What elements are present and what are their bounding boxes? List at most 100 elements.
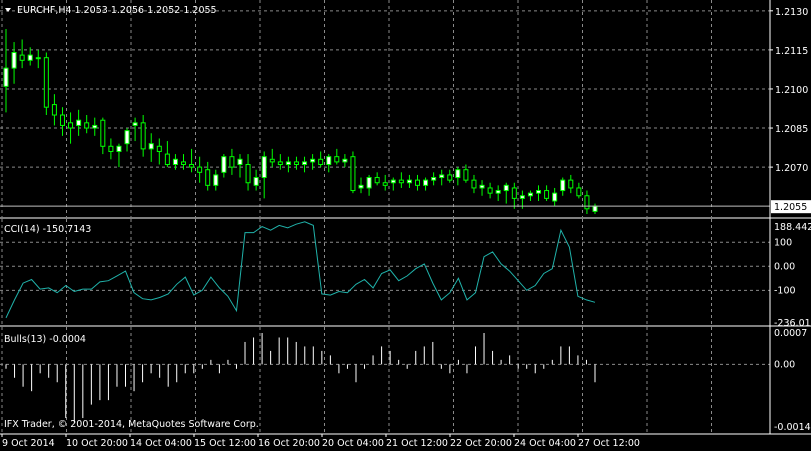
- candle-body: [318, 158, 324, 166]
- price-tick-label: 1.2115: [775, 46, 808, 57]
- cci-tick-label: 100: [774, 237, 792, 248]
- candle-body: [326, 156, 332, 166]
- candle-body: [455, 169, 461, 179]
- cci-tick-label: 0.00: [774, 261, 795, 272]
- candle-body: [463, 169, 469, 181]
- candle-body: [148, 143, 154, 150]
- candle-body: [536, 190, 542, 194]
- time-tick-label: 16 Oct 20:00: [258, 438, 320, 449]
- price-tick-label: 1.2070: [775, 163, 808, 174]
- candle-body: [406, 179, 412, 184]
- price-tick-label: 1.2085: [775, 124, 808, 135]
- time-tick-label: 22 Oct 20:00: [450, 438, 512, 449]
- candle-body: [213, 174, 219, 186]
- trading-terminal-chart[interactable]: 1.2130 1.2115 1.2100 1.2085 1.2070 188.4428 10…: [0, 0, 811, 451]
- current-price-label: 1.2055: [774, 202, 807, 213]
- candle-body: [164, 153, 170, 166]
- bulls-tick-label: 0.0007: [774, 328, 807, 339]
- candle[interactable]: [43, 52, 49, 116]
- candle-body: [479, 184, 485, 189]
- cci-tick-label: -100: [774, 285, 796, 296]
- candle-body: [51, 104, 57, 116]
- candle-body: [68, 122, 74, 129]
- candle-body: [43, 57, 49, 108]
- candle-body: [27, 54, 33, 61]
- candle-body: [92, 124, 98, 129]
- candle-body: [487, 187, 493, 194]
- time-tick-label: 27 Oct 12:00: [578, 438, 640, 449]
- candle-body: [277, 161, 283, 166]
- candle-body: [205, 169, 211, 186]
- cci-tick-label: 188.4428: [774, 222, 811, 233]
- candle-body: [261, 156, 267, 179]
- candle-body: [519, 195, 525, 199]
- candle-body: [568, 179, 574, 189]
- candle-body: [269, 158, 275, 163]
- price-tick-label: 1.2130: [775, 7, 808, 18]
- candle-body: [197, 166, 203, 173]
- bulls-tick-label: -0.0014: [774, 422, 811, 433]
- candle-body: [560, 179, 566, 192]
- bulls-tick-label: 0.00: [774, 359, 795, 370]
- candle-body: [293, 161, 299, 166]
- copyright: IFX Trader, © 2001-2014, MetaQuotes Soft…: [4, 419, 259, 430]
- candle-body: [423, 179, 429, 186]
- time-tick-label: 24 Oct 04:00: [514, 438, 576, 449]
- candle-body: [156, 145, 162, 152]
- candle-body: [358, 184, 364, 189]
- candle-body: [172, 158, 178, 166]
- candle-body: [382, 182, 388, 186]
- bulls-title: Bulls(13) -0.0004: [4, 334, 86, 345]
- candle-body: [3, 67, 9, 87]
- candle-body: [503, 184, 509, 192]
- candle-body: [108, 145, 114, 152]
- candle-body: [398, 179, 404, 184]
- background: [0, 0, 811, 451]
- candle-body: [245, 164, 251, 184]
- candle-body: [544, 190, 550, 199]
- candle-body: [84, 122, 90, 129]
- candle-body: [390, 179, 396, 184]
- candle-body: [439, 174, 445, 179]
- candle-body: [35, 57, 41, 60]
- candle-body: [189, 164, 195, 168]
- candle-body: [592, 205, 598, 212]
- candle[interactable]: [350, 151, 356, 194]
- candle-body: [414, 179, 420, 186]
- candle-body: [302, 161, 308, 166]
- candle-body: [350, 156, 356, 192]
- candle-body: [366, 177, 372, 189]
- time-tick-label: 20 Oct 04:00: [322, 438, 384, 449]
- candle-body: [342, 158, 348, 163]
- candle-body: [237, 158, 243, 166]
- time-tick-label: 21 Oct 12:00: [386, 438, 448, 449]
- candle-body: [59, 114, 65, 126]
- candle-body: [140, 122, 146, 150]
- candle-body: [511, 187, 517, 199]
- time-tick-label: 10 Oct 20:00: [66, 438, 128, 449]
- time-tick-label: 9 Oct 2014: [2, 438, 55, 449]
- candle-body: [495, 190, 501, 194]
- candle-body: [116, 145, 122, 152]
- time-tick-label: 15 Oct 12:00: [194, 438, 256, 449]
- cci-title: CCI(14) -150.7143: [4, 224, 91, 235]
- candle-body: [253, 177, 259, 186]
- candle-body: [584, 195, 590, 210]
- candle-body: [334, 156, 340, 163]
- candle-body: [100, 119, 106, 147]
- candle-body: [447, 174, 453, 181]
- candle-body: [132, 122, 138, 126]
- time-tick-label: 14 Oct 04:00: [130, 438, 192, 449]
- candle-body: [431, 177, 437, 181]
- candle-body: [471, 179, 477, 189]
- candle-body: [576, 187, 582, 197]
- candle-body: [310, 158, 316, 163]
- candle-body: [76, 119, 82, 126]
- candle-body: [527, 192, 533, 197]
- candle-body: [124, 130, 130, 145]
- candle-body: [181, 161, 187, 166]
- candle-body: [552, 192, 558, 202]
- candle-body: [285, 161, 291, 166]
- chart-title: EURCHF,H4 1.2053 1.2056 1.2052 1.2055: [17, 5, 217, 16]
- price-tick-label: 1.2100: [775, 85, 808, 96]
